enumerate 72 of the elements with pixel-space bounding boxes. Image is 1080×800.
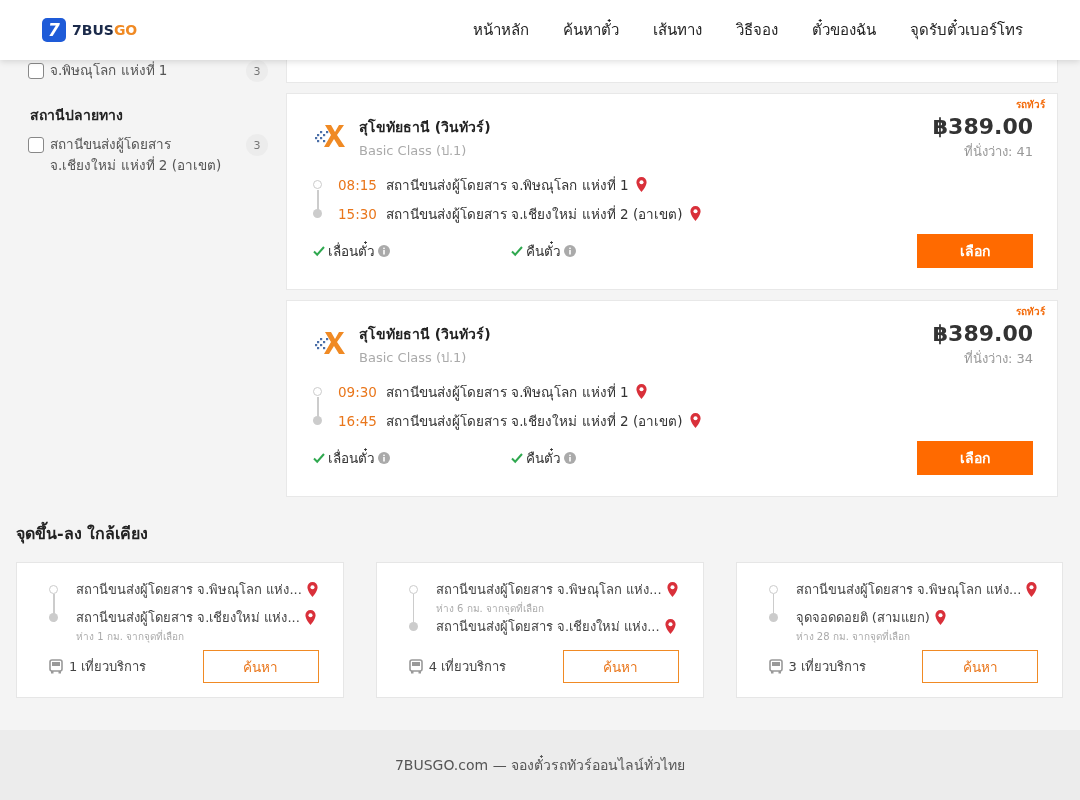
distance-note: ห่าง 1 กม. จากจุดที่เลือก — [76, 629, 186, 644]
station-name: สถานีขนส่งผู้โดยสาร จ.เชียงใหม่ แห่งที่ 2 (อาเขต) — [385, 411, 683, 432]
departure-time: 16:45 — [338, 412, 377, 429]
bus-class: Basic Class (ป.1) — [359, 349, 468, 367]
map-pin-icon — [688, 412, 702, 429]
logo-text[interactable]: 7BUSGO — [72, 22, 138, 38]
map-pin-icon — [663, 618, 677, 635]
station-name: สถานีขนส่งผู้โดยสาร จ.เชียงใหม่ แห่ง... — [76, 609, 300, 628]
station-name: จุดจอดดอยติ (สามแยก) — [795, 609, 930, 628]
feature-label: คืนตั๋ว — [526, 240, 561, 261]
seats-available: ที่นั่งว่าง: 41 — [962, 142, 1033, 161]
bus-icon — [768, 659, 783, 674]
checkbox[interactable] — [28, 137, 44, 153]
timeline-dot — [313, 387, 322, 396]
checkbox[interactable] — [28, 63, 44, 79]
operator-name: สุโขทัยธานี (วินทัวร์) — [359, 324, 491, 345]
operator-name: สุโขทัยธานี (วินทัวร์) — [359, 117, 491, 138]
price: ฿389.00 — [932, 321, 1033, 346]
seats-available: ที่นั่งว่าง: 34 — [962, 349, 1033, 368]
distance-note: ห่าง 6 กม. จากจุดที่เลือก — [435, 601, 545, 616]
distance-note: ห่าง 28 กม. จากจุดที่เลือก — [795, 629, 912, 644]
map-pin-icon — [1025, 581, 1039, 598]
departure-time: 09:30 — [338, 383, 377, 400]
info-icon[interactable] — [378, 245, 390, 257]
operator-logo-icon — [313, 329, 345, 357]
info-icon[interactable] — [564, 452, 576, 464]
station-name: สถานีขนส่งผู้โดยสาร จ.เชียงใหม่ แห่ง... — [435, 618, 660, 637]
nav-link[interactable]: จุดรับตั๋วเบอร์โทร — [893, 18, 1040, 42]
bus-icon — [408, 659, 423, 674]
map-pin-icon — [688, 205, 702, 222]
station-name: สถานีขนส่งผู้โดยสาร จ.พิษณุโลก แห่ง... — [795, 581, 1022, 600]
timeline-dot — [313, 180, 322, 189]
nav-link[interactable]: ค้นหาตั๋ว — [546, 18, 636, 42]
footer-text: 7BUSGO.com — จองตั๋วรถทัวร์ออนไลน์ทั่วไทย — [394, 754, 686, 775]
price: ฿389.00 — [932, 114, 1033, 139]
nav-link[interactable]: หน้าหลัก — [456, 18, 546, 42]
trip-count: 1 เที่ยวบริการ — [69, 657, 147, 676]
nav-link[interactable]: ตั๋วของฉัน — [795, 18, 893, 42]
station-name: สถานีขนส่งผู้โดยสาร จ.เชียงใหม่ แห่งที่ 2 (อาเขต) — [385, 204, 683, 225]
bus-class: Basic Class (ป.1) — [359, 142, 468, 160]
trip-count: 4 เที่ยวบริการ — [428, 657, 507, 676]
station-name: สถานีขนส่งผู้โดยสาร จ.พิษณุโลก แห่งที่ 1 — [385, 175, 629, 196]
section-title: จุดขึ้น-ลง ใกล้เคียง — [0, 497, 1080, 562]
count-badge: 3 — [246, 60, 268, 82]
count-badge: 3 — [246, 134, 268, 156]
info-icon[interactable] — [378, 452, 390, 464]
map-pin-icon — [933, 609, 947, 626]
departure-time: 08:15 — [338, 176, 377, 193]
bus-type-tag: รถทัวร์ — [1016, 304, 1045, 319]
map-pin-icon — [634, 383, 648, 400]
map-pin-icon — [665, 581, 679, 598]
operator-logo-icon — [313, 122, 345, 150]
station-name: สถานีขนส่งผู้โดยสาร จ.พิษณุโลก แห่งที่ 1 — [385, 382, 629, 403]
filter-heading: สถานีปลายทาง — [29, 106, 124, 125]
filter-label: จ.พิษณุโลก แห่งที่ 1 — [50, 60, 169, 81]
map-pin-icon — [303, 609, 317, 626]
trip-count: 3 เที่ยวบริการ — [788, 657, 866, 676]
feature-label: คืนตั๋ว — [526, 447, 561, 468]
departure-time: 15:30 — [338, 205, 377, 222]
feature-label: เลื่อนตั๋ว — [328, 447, 375, 468]
station-name: สถานีขนส่งผู้โดยสาร จ.พิษณุโลก แห่ง... — [76, 581, 302, 600]
map-pin-icon — [634, 176, 648, 193]
bus-type-tag: รถทัวร์ — [1016, 97, 1045, 112]
logo-badge[interactable]: 7 — [42, 18, 66, 42]
bus-icon — [49, 659, 63, 674]
filter-label: สถานีขนส่งผู้โดยสาร จ.เชียงใหม่ แห่งที่ 2 (อาเขต) — [50, 135, 223, 175]
nav-link[interactable]: เส้นทาง — [636, 18, 719, 42]
map-pin-icon — [305, 581, 319, 598]
info-icon[interactable] — [564, 245, 576, 257]
nav-link[interactable]: วิธีจอง — [719, 18, 795, 42]
station-name: สถานีขนส่งผู้โดยสาร จ.พิษณุโลก แห่ง... — [435, 581, 662, 600]
feature-label: เลื่อนตั๋ว — [328, 240, 375, 261]
